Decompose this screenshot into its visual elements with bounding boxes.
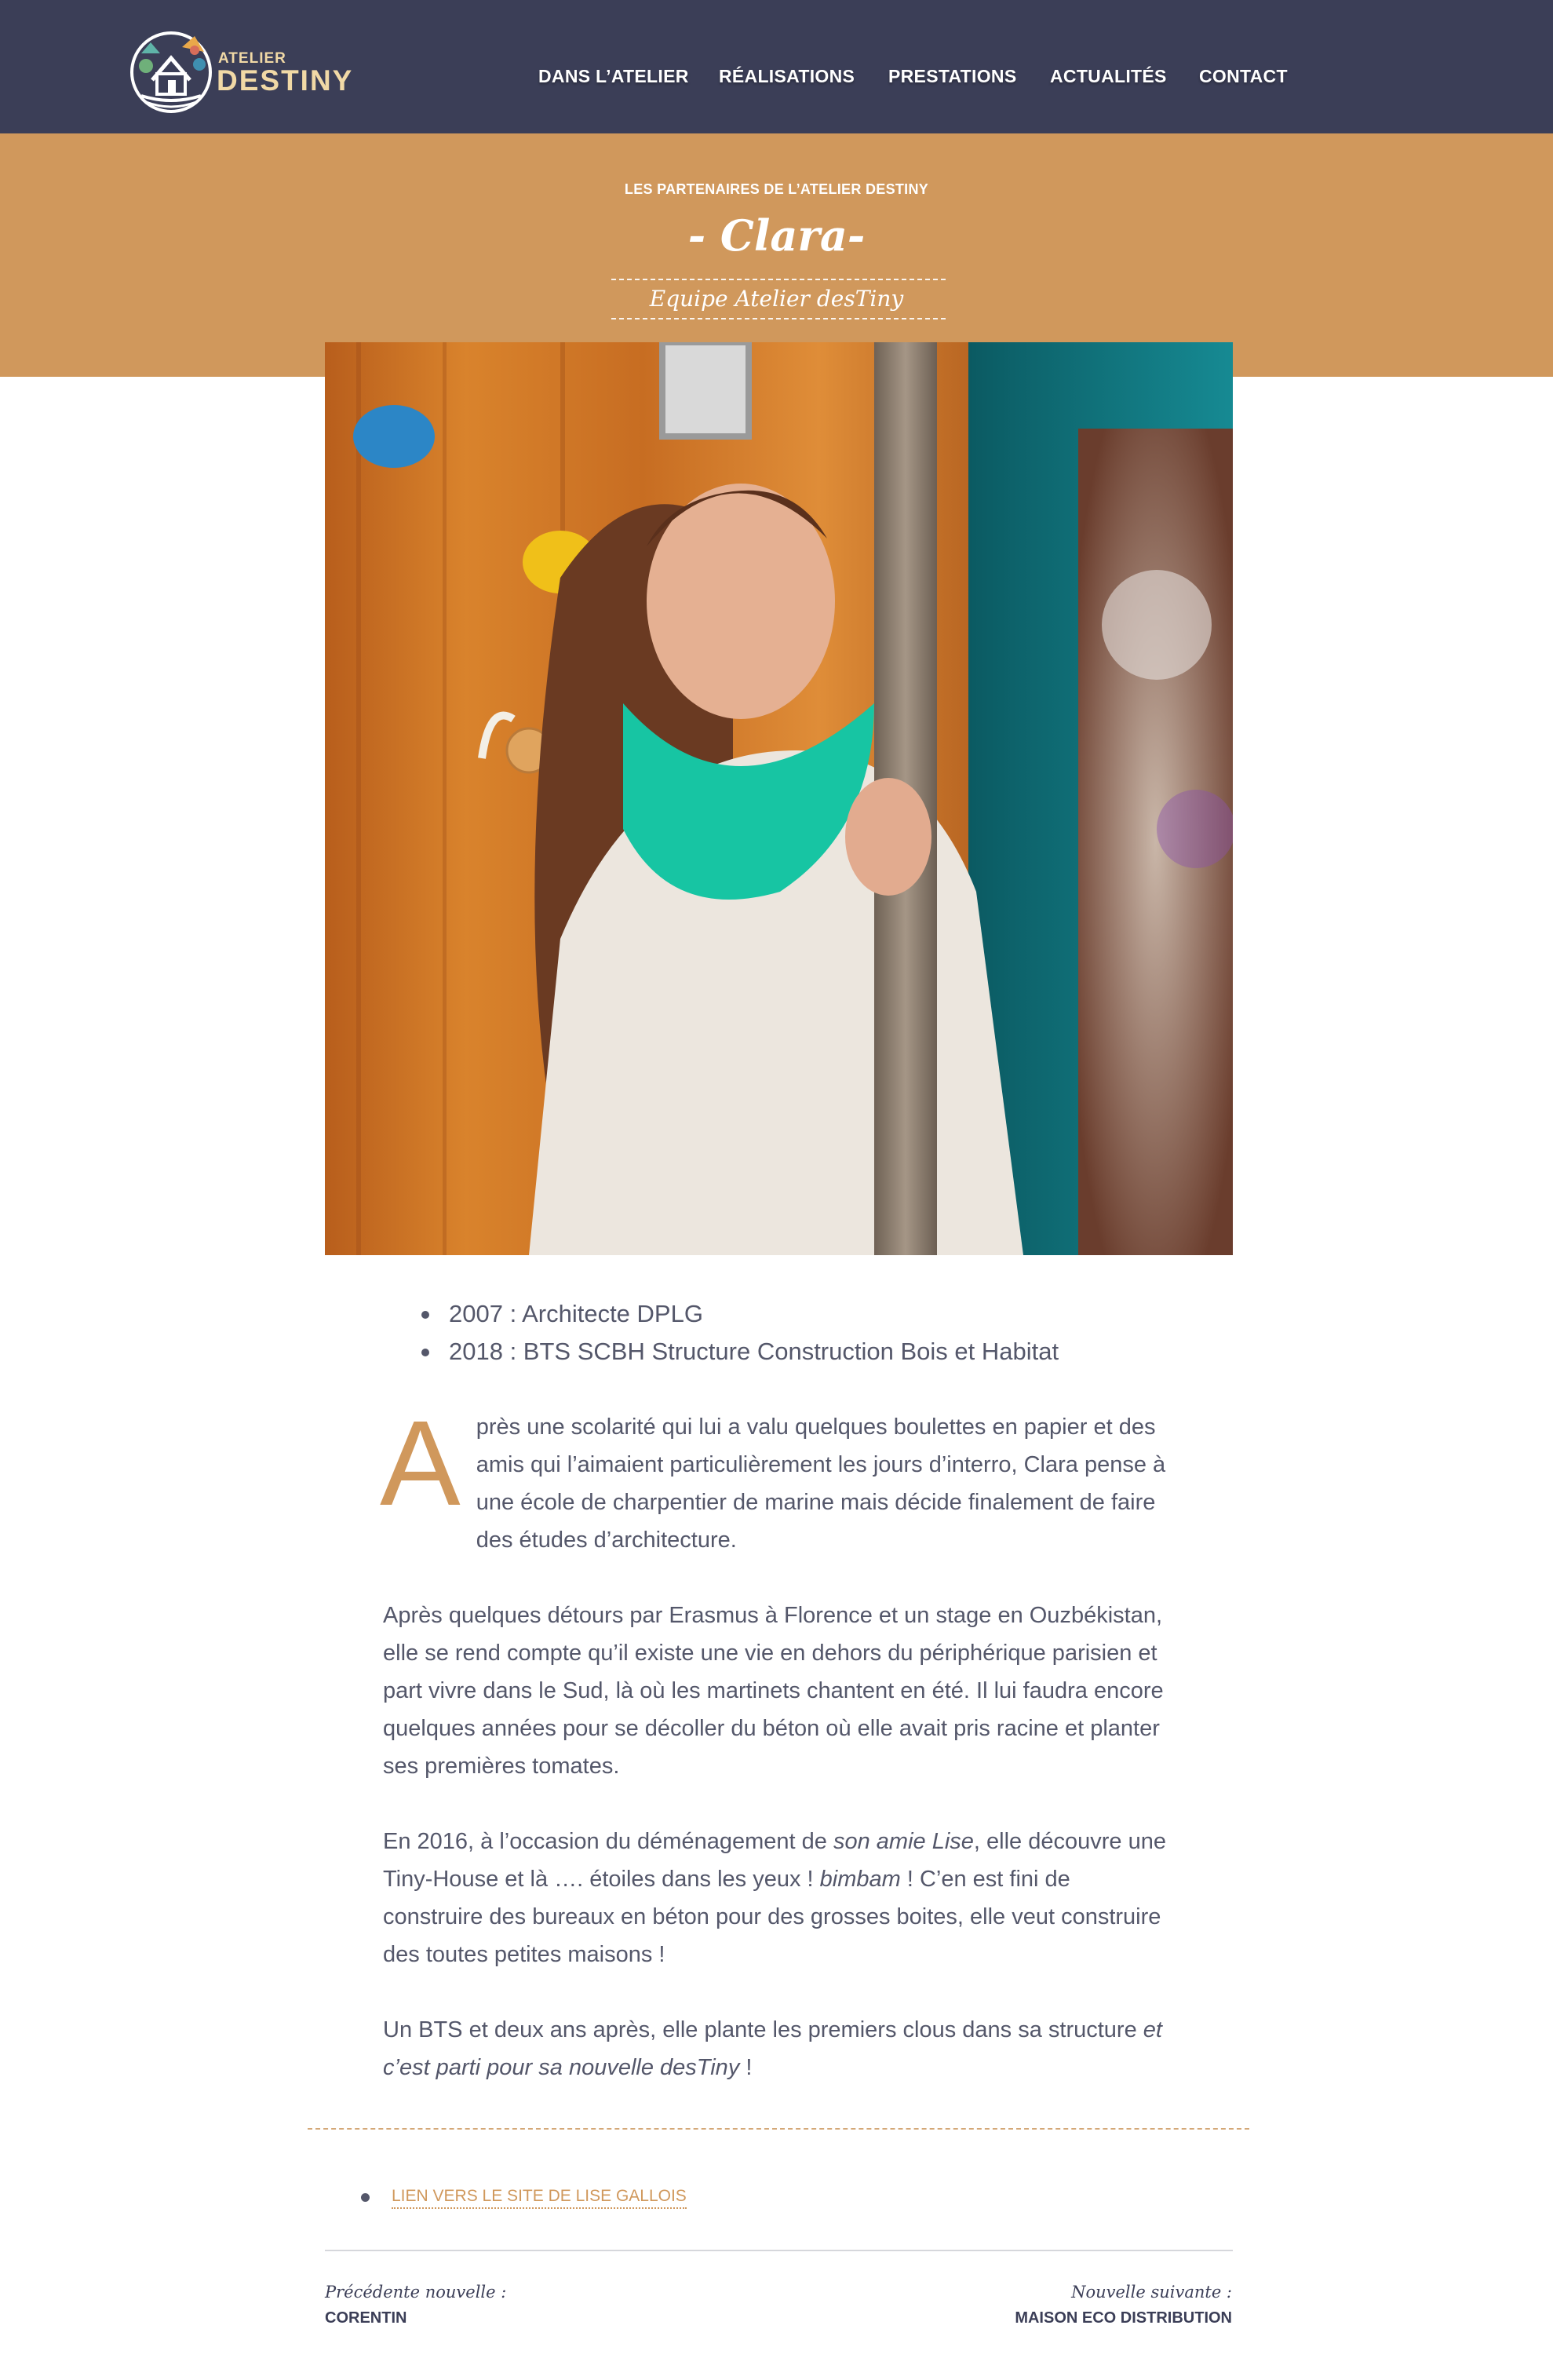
solid-divider — [325, 2250, 1233, 2251]
article-paragraph: En 2016, à l’occasion du déménagement de… — [383, 1823, 1176, 1973]
drop-cap: A — [380, 1396, 461, 1531]
next-post-label: Nouvelle suivante : — [1071, 2283, 1232, 2302]
section-eyebrow: LES PARTENAIRES DE L’ATELIER DESTINY — [624, 181, 929, 197]
nav-item-contact[interactable]: CONTACT — [1199, 66, 1288, 87]
article-paragraph: Après une scolarité qui lui a valu quelq… — [380, 1396, 1176, 1559]
list-item: 2007 : Architecte DPLG — [383, 1295, 1176, 1333]
main-nav: DANS L’ATELIER RÉALISATIONS PRESTATIONS … — [0, 0, 1553, 133]
article-paragraph: Un BTS et deux ans après, elle plante le… — [383, 2011, 1176, 2086]
nav-item-dans-l-atelier[interactable]: DANS L’ATELIER — [538, 66, 689, 87]
list-item: 2018 : BTS SCBH Structure Construction B… — [383, 1333, 1176, 1371]
portrait-photo — [325, 342, 1233, 1255]
bullet-icon — [361, 2193, 370, 2202]
nav-item-realisations[interactable]: RÉALISATIONS — [719, 66, 855, 87]
paragraph-text: Un BTS et deux ans après, elle plante le… — [383, 2017, 1143, 2042]
dashed-divider — [308, 2128, 1249, 2130]
paragraph-text: près une scolarité qui lui a valu quelqu… — [476, 1414, 1166, 1553]
subtitle-bottom-rule — [611, 318, 946, 319]
article-body: 2007 : Architecte DPLG 2018 : BTS SCBH S… — [380, 1295, 1176, 2086]
nav-item-actualites[interactable]: ACTUALITÉS — [1050, 66, 1167, 87]
page-title: - Clara- — [687, 210, 866, 261]
paragraph-text: ! — [739, 2055, 753, 2080]
subtitle-top-rule — [611, 279, 946, 280]
qualifications-list: 2007 : Architecte DPLG 2018 : BTS SCBH S… — [383, 1295, 1176, 1371]
nav-item-prestations[interactable]: PRESTATIONS — [888, 66, 1016, 87]
next-post-link[interactable]: MAISON ECO DISTRIBUTION — [1015, 2309, 1232, 2327]
prev-post-link[interactable]: CORENTIN — [325, 2309, 406, 2327]
italic-text: son amie Lise — [833, 1829, 974, 1854]
prev-post-label: Précédente nouvelle : — [325, 2283, 507, 2302]
portrait-photo-illustration — [325, 342, 1233, 1255]
site-header: ATELIER DESTINY DANS L’ATELIER RÉALISATI… — [0, 0, 1553, 133]
italic-text: bimbam — [819, 1867, 901, 1892]
link-lise-gallois[interactable]: LIEN VERS LE SITE DE LISE GALLOIS — [392, 2187, 687, 2209]
article-paragraph: Après quelques détours par Erasmus à Flo… — [383, 1603, 1164, 1779]
page-subtitle: Equipe Atelier desTiny — [649, 286, 904, 312]
paragraph-text: En 2016, à l’occasion du déménagement de — [383, 1829, 833, 1854]
